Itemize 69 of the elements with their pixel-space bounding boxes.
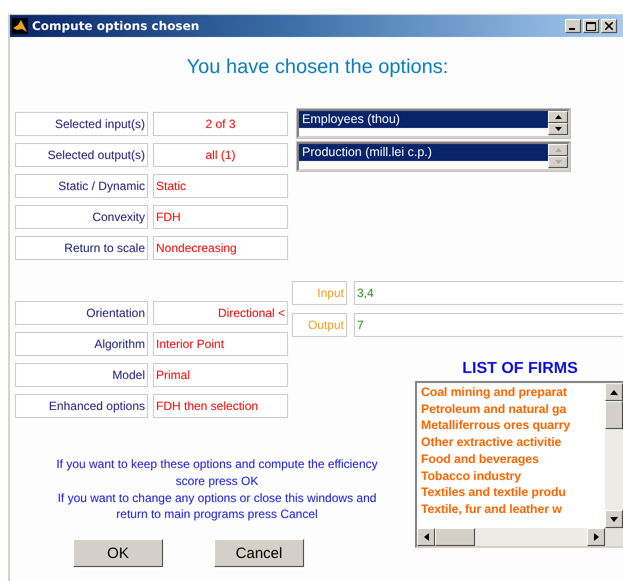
firms-listbox[interactable]: Coal mining and preparat Petroleum and natural ga Metalliferrous ores quarry Other extractive activitie Food and beverages Tobacco industry Textiles and textile produ Textile, fur and leather w [415,381,623,548]
down-arrow-icon [554,127,562,131]
direction-field[interactable]: 3,4 [354,281,623,305]
variable-listbox[interactable]: Production (mill.lei c.p.) [297,142,570,171]
up-arrow-icon [554,115,562,119]
direction-label: Output [292,313,347,337]
option-value: FDH [153,205,288,229]
scroll-thumb[interactable] [435,528,475,546]
down-arrow-icon [554,160,562,164]
option-label: Selected output(s) [15,143,148,167]
scroll-down-button[interactable] [548,123,568,135]
horizontal-scrollbar[interactable] [417,528,623,546]
close-icon [605,22,613,30]
scroll-up-button[interactable] [605,383,623,401]
option-label: Model [15,363,148,387]
list-item[interactable]: Production (mill.lei c.p.) [299,144,548,161]
scroll-down-button[interactable] [605,510,623,528]
list-item[interactable]: Employees (thou) [299,111,548,128]
close-button[interactable] [601,19,617,33]
left-arrow-icon [424,533,428,541]
firm-item[interactable]: Petroleum and natural ga [421,400,605,418]
variable-listbox[interactable]: Employees (thou) [297,109,570,138]
option-label: Return to scale [15,236,148,260]
scroll-right-button[interactable] [587,528,605,546]
scroll-left-button[interactable] [417,528,435,546]
firm-item[interactable]: Tobacco industry [421,468,605,484]
firm-item[interactable]: Food and beverages [421,450,605,468]
dialog-button[interactable]: OK [73,539,163,568]
window-title: Compute options chosen [32,19,200,33]
option-label: Enhanced options [15,394,148,418]
scroll-down-button[interactable] [548,156,568,168]
option-label: Orientation [15,301,148,325]
option-label: Algorithm [15,332,148,356]
minimize-button[interactable] [565,19,581,33]
firm-item[interactable]: Textiles and textile produ [421,484,605,501]
up-arrow-icon [554,148,562,152]
option-value: Nondecreasing [153,236,288,260]
app-icon [12,18,28,34]
scroll-up-button[interactable] [548,111,568,123]
instruction-text: If you want to change any options or close this windows and return to main programs press Cancel [56,490,378,524]
instruction-text: If you want to keep these options and compute the efficiency score press OK [55,456,379,490]
option-value: FDH then selection [153,394,288,418]
dialog-button[interactable]: Cancel [214,539,304,568]
firm-item[interactable]: Other extractive activitie [421,434,605,451]
scrollbar-corner [605,528,623,546]
down-arrow-icon [610,516,618,522]
firm-item[interactable]: Coal mining and preparat [421,384,605,401]
direction-label: Input [292,281,347,305]
vertical-scrollbar[interactable] [605,383,623,528]
option-value: Directional < [153,301,288,325]
option-value: all (1) [153,143,288,167]
option-label: Convexity [15,205,148,229]
firm-item[interactable]: Metalliferrous ores quarry [421,417,605,434]
right-arrow-icon [594,533,598,541]
direction-field[interactable]: 7 [354,313,623,337]
option-value: Primal [153,363,288,387]
dialog-heading: You have chosen the options: [186,56,450,80]
maximize-button[interactable] [583,19,599,33]
scroll-up-button[interactable] [548,144,568,156]
up-arrow-icon [610,390,618,394]
option-value: Interior Point [153,332,288,356]
option-value: 2 of 3 [153,112,288,136]
option-value: Static [153,174,288,198]
scroll-thumb[interactable] [605,401,623,429]
option-label: Selected input(s) [15,112,148,136]
firm-item[interactable]: Textile, fur and leather w [421,500,605,518]
firms-title: LIST OF FIRMS [461,360,579,378]
option-label: Static / Dynamic [15,174,148,198]
maximize-icon [586,22,596,30]
